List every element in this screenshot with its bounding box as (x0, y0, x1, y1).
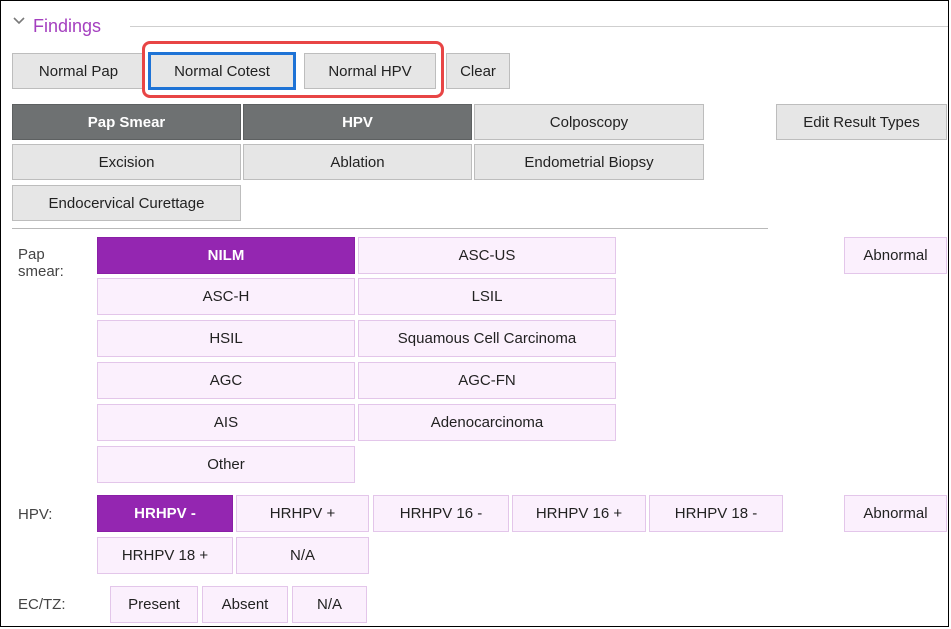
clear-button[interactable]: Clear (446, 53, 510, 89)
hpv-abnormal-button[interactable]: Abnormal (844, 495, 947, 532)
pap-option-lsil[interactable]: LSIL (358, 278, 616, 315)
pap-option-hsil[interactable]: HSIL (97, 320, 355, 357)
hpv-option-hrhpv16-neg[interactable]: HRHPV 16 - (373, 495, 509, 532)
pap-abnormal-button[interactable]: Abnormal (844, 237, 947, 274)
ectz-option-absent[interactable]: Absent (202, 586, 288, 623)
tab-colposcopy[interactable]: Colposcopy (474, 104, 704, 140)
section-separator (12, 228, 768, 229)
hpv-option-hrhpv-pos[interactable]: HRHPV + (236, 495, 369, 532)
ectz-option-present[interactable]: Present (110, 586, 198, 623)
pap-option-adenocarcinoma[interactable]: Adenocarcinoma (358, 404, 616, 441)
highlight-box (142, 41, 444, 98)
pap-option-agc[interactable]: AGC (97, 362, 355, 399)
pap-option-squamous-cell-carcinoma[interactable]: Squamous Cell Carcinoma (358, 320, 616, 357)
section-title[interactable]: Findings (33, 15, 101, 37)
tab-endocervical-curettage[interactable]: Endocervical Curettage (12, 185, 241, 221)
hpv-option-hrhpv-neg[interactable]: HRHPV - (97, 495, 233, 532)
tab-hpv[interactable]: HPV (243, 104, 472, 140)
hpv-label: HPV: (18, 506, 53, 523)
edit-result-types-button[interactable]: Edit Result Types (776, 104, 947, 140)
pap-option-other[interactable]: Other (97, 446, 355, 483)
pap-option-agc-fn[interactable]: AGC-FN (358, 362, 616, 399)
section-divider (130, 26, 948, 27)
pap-option-asc-us[interactable]: ASC-US (358, 237, 616, 274)
chevron-down-icon[interactable] (12, 14, 26, 28)
pap-smear-label: Pap smear: (18, 246, 64, 280)
hpv-option-hrhpv18-pos[interactable]: HRHPV 18 + (97, 537, 233, 574)
ectz-option-na[interactable]: N/A (292, 586, 367, 623)
tab-ablation[interactable]: Ablation (243, 144, 472, 180)
pap-option-asc-h[interactable]: ASC-H (97, 278, 355, 315)
ectz-label: EC/TZ: (18, 596, 66, 613)
tab-pap-smear[interactable]: Pap Smear (12, 104, 241, 140)
tab-endometrial-biopsy[interactable]: Endometrial Biopsy (474, 144, 704, 180)
hpv-option-na[interactable]: N/A (236, 537, 369, 574)
pap-option-nilm[interactable]: NILM (97, 237, 355, 274)
tab-excision[interactable]: Excision (12, 144, 241, 180)
hpv-option-hrhpv16-pos[interactable]: HRHPV 16 + (512, 495, 646, 532)
normal-pap-button[interactable]: Normal Pap (12, 53, 145, 89)
pap-option-ais[interactable]: AIS (97, 404, 355, 441)
hpv-option-hrhpv18-neg[interactable]: HRHPV 18 - (649, 495, 783, 532)
